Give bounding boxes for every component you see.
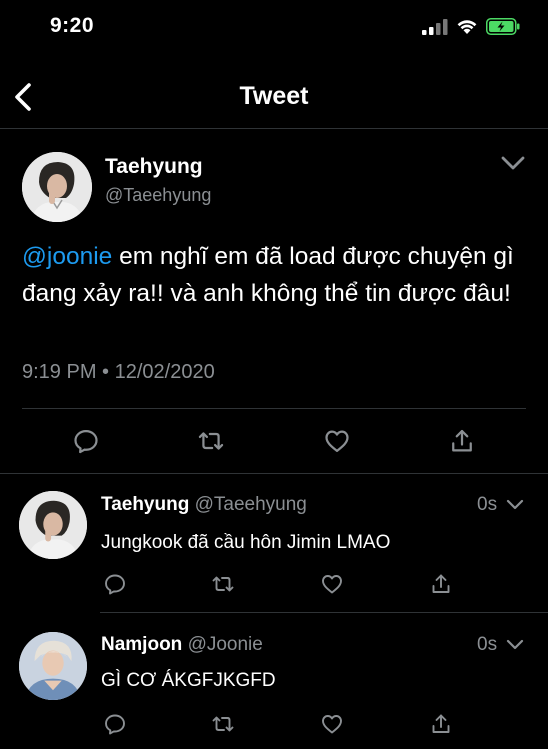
avatar[interactable] [19,632,87,700]
signal-icon [422,18,448,35]
reply-icon[interactable] [103,712,127,736]
avatar[interactable] [19,491,87,559]
tweet-text: @joonie em nghĩ em đã load được chuyện g… [22,238,527,312]
like-icon[interactable] [323,427,351,455]
share-icon[interactable] [429,712,453,736]
reply-author-name[interactable]: Namjoon [101,634,182,655]
author-name[interactable]: Taehyung [105,155,203,179]
like-icon[interactable] [320,572,344,596]
divider [0,128,548,129]
page-title: Tweet [239,82,309,110]
reply-icon[interactable] [72,427,100,455]
reply-text: Jungkook đã cầu hôn Jimin LMAO [101,532,391,553]
chevron-down-icon[interactable] [505,637,525,653]
retweet-icon[interactable] [211,712,235,736]
divider [100,612,548,613]
chevron-down-icon[interactable] [505,497,525,513]
reply-author[interactable]: Taehyung @Taeehyung [101,494,307,516]
retweet-icon[interactable] [211,572,235,596]
retweet-icon[interactable] [197,427,225,455]
chevron-down-icon[interactable] [498,150,528,176]
reply-time: 0s [477,494,498,515]
reply-text: GÌ CƠ ÁKGFJKGFD [101,670,276,691]
like-icon[interactable] [320,712,344,736]
avatar[interactable] [22,152,92,222]
reply-icon[interactable] [103,572,127,596]
tweet-timestamp: 9:19 PM • 12/02/2020 [22,361,215,383]
status-icons [422,18,520,35]
share-icon[interactable] [448,427,476,455]
reply-author[interactable]: Namjoon @Joonie [101,634,263,656]
battery-icon [486,18,520,35]
share-icon[interactable] [429,572,453,596]
author-handle[interactable]: @Taeehyung [105,185,211,206]
wifi-icon [457,19,477,34]
divider [0,473,548,474]
status-time: 9:20 [50,14,95,37]
divider [22,408,526,409]
mention-link[interactable]: @joonie [22,243,112,270]
reply-author-handle[interactable]: @Taeehyung [195,494,307,515]
reply-author-handle[interactable]: @Joonie [188,634,263,655]
reply-time: 0s [477,634,498,655]
reply-author-name[interactable]: Taehyung [101,494,189,515]
